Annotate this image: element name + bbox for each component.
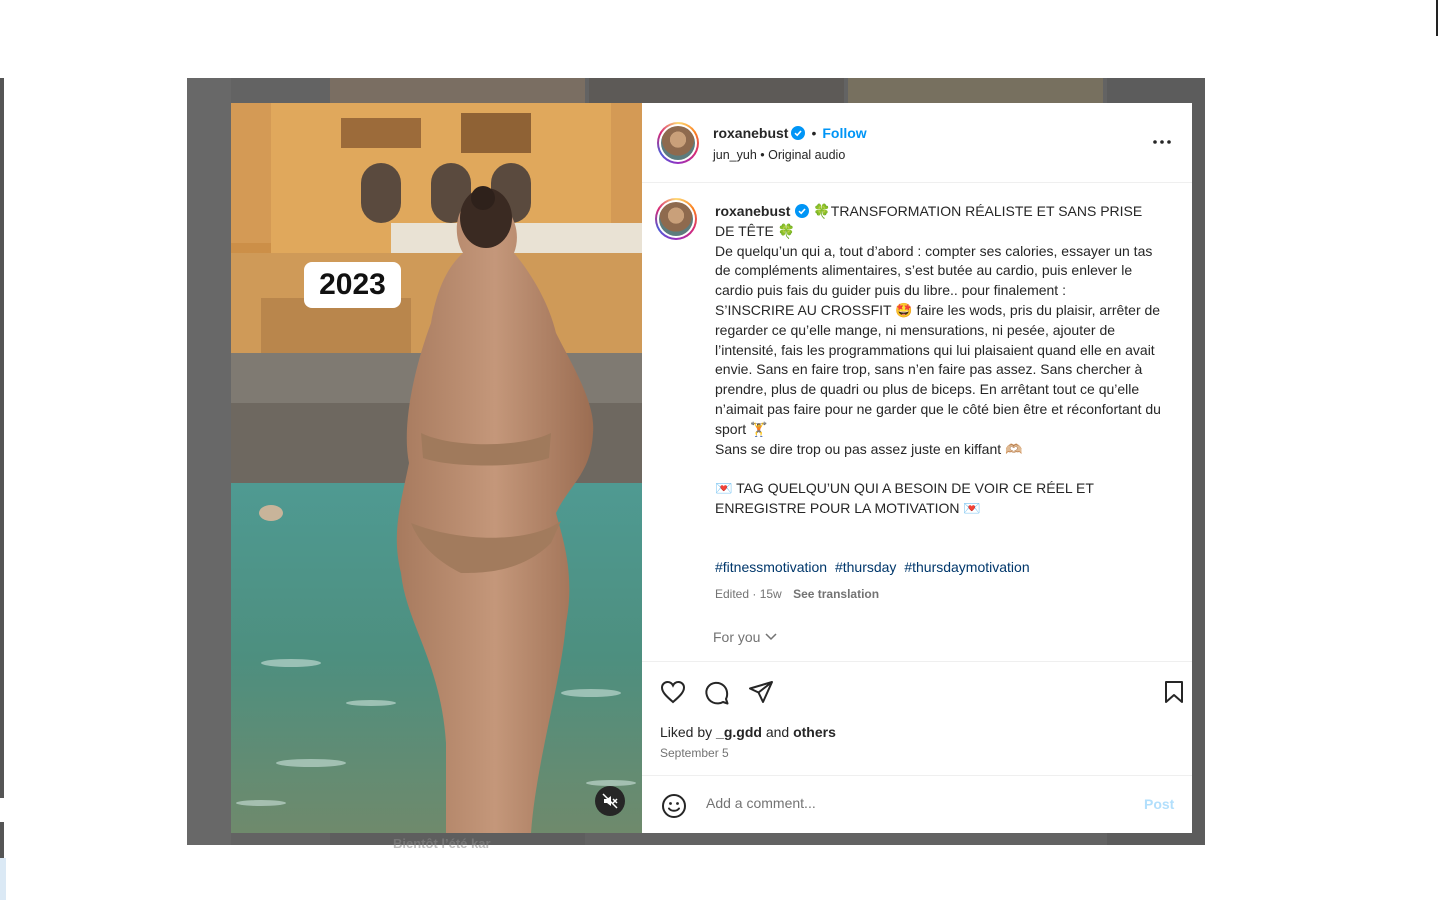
author-avatar[interactable]	[657, 122, 699, 164]
audio-author[interactable]: jun_yuh	[713, 148, 757, 162]
liked-by-prefix: Liked by	[660, 724, 713, 740]
background-tile	[589, 78, 844, 103]
post-modal: 2023 roxanebust • Follow jun_yuh • Origi…	[231, 103, 1192, 833]
author-username[interactable]: roxanebust	[713, 125, 788, 141]
mute-button[interactable]	[595, 786, 625, 816]
for-you-dropdown[interactable]: For you	[713, 629, 778, 645]
liked-by-others[interactable]: others	[793, 724, 836, 740]
caption-text: 🍀TRANSFORMATION RÉALISTE ET SANS PRISE D…	[715, 203, 1161, 516]
edited-label: Edited	[715, 587, 750, 601]
follow-button[interactable]: Follow	[822, 125, 866, 141]
caption: roxanebust 🍀TRANSFORMATION RÉALISTE ET S…	[715, 202, 1165, 519]
verified-icon	[795, 204, 810, 218]
liked-by-and: and	[765, 724, 790, 740]
scrollbar[interactable]	[1436, 0, 1438, 36]
save-icon[interactable]	[1163, 680, 1185, 704]
post-details: roxanebust • Follow jun_yuh • Original a…	[642, 103, 1192, 833]
see-translation-button[interactable]: See translation	[793, 587, 879, 601]
caption-meta: Edited · 15w See translation	[715, 587, 880, 601]
background-tile	[330, 78, 585, 103]
liked-by-user[interactable]: _g.gdd	[716, 724, 762, 740]
share-icon[interactable]	[748, 680, 774, 704]
hashtag-link[interactable]: #thursdaymotivation	[904, 559, 1029, 575]
separator-dot: •	[811, 125, 817, 141]
year-badge: 2023	[304, 262, 401, 308]
post-header: roxanebust • Follow jun_yuh • Original a…	[642, 103, 1192, 183]
audio-info[interactable]: jun_yuh • Original audio	[713, 148, 845, 162]
background-tile	[848, 78, 1103, 103]
hashtag-link[interactable]: #fitnessmotivation	[715, 559, 827, 575]
liked-by: Liked by _g.gdd and others	[660, 724, 836, 740]
background-post-text: Bientôt l’été kar	[393, 836, 491, 851]
comment-input[interactable]	[704, 794, 1128, 812]
hashtags: #fitnessmotivation #thursday #thursdaymo…	[715, 559, 1034, 575]
reel-video[interactable]: 2023	[231, 103, 642, 833]
more-options-icon[interactable]	[1152, 132, 1172, 152]
audio-label[interactable]: Original audio	[768, 148, 845, 162]
post-date[interactable]: September 5	[660, 746, 729, 760]
emoji-icon[interactable]	[661, 793, 687, 819]
muted-icon	[602, 793, 618, 809]
caption-username[interactable]: roxanebust	[715, 203, 790, 219]
action-bar: Liked by _g.gdd and others September 5	[642, 661, 1192, 776]
post-age[interactable]: 15w	[760, 587, 782, 601]
comment-icon[interactable]	[704, 680, 730, 706]
verified-icon	[791, 126, 806, 140]
like-icon[interactable]	[660, 680, 686, 704]
separator-dot: •	[760, 148, 769, 162]
comment-bar: Post	[642, 775, 1192, 834]
for-you-label: For you	[713, 629, 761, 645]
background-page-edge	[0, 858, 6, 900]
background-tile	[187, 78, 231, 845]
post-comment-button[interactable]: Post	[1144, 796, 1174, 812]
background-page-edge	[0, 78, 4, 798]
caption-section: roxanebust 🍀TRANSFORMATION RÉALISTE ET S…	[642, 183, 1192, 661]
hashtag-link[interactable]: #thursday	[835, 559, 896, 575]
chevron-down-icon	[765, 633, 777, 641]
caption-avatar[interactable]	[655, 198, 697, 240]
video-frame	[231, 103, 642, 833]
